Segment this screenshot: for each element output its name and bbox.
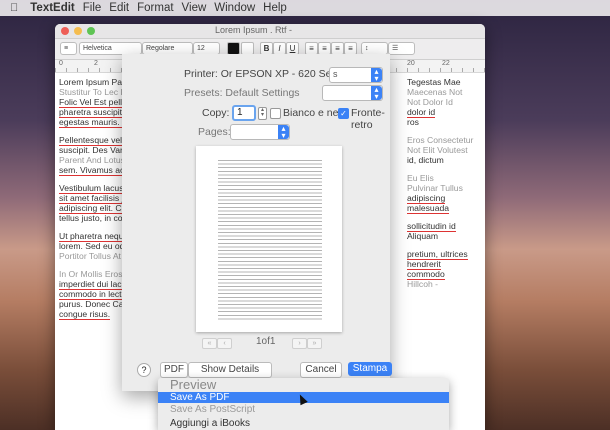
text-line: Hillcoh - [407,279,439,289]
duplex-label: Fronte-retro [351,107,385,131]
cancel-button[interactable]: Cancel [300,362,342,378]
copies-stepper[interactable]: ▴ ▾ [258,107,267,120]
apple-icon[interactable]:  [10,2,18,14]
popup-arrows-icon: ▴ ▾ [371,68,382,83]
popup-arrows-icon: ▴ ▾ [371,86,382,101]
menu-file[interactable]: File [83,2,102,14]
minimize-button[interactable] [74,27,82,35]
paragraph: Tegestas Mae Maecenas Not Not Dolor Id d… [407,77,483,127]
print-preview-page [196,146,342,332]
text-line: Pulvinar Tullus [407,183,463,193]
menu-view[interactable]: View [182,2,207,14]
text-line: ros [407,117,419,127]
printer-label: Printer: Or EPSON XP - 620 Series [184,68,349,80]
text-line: malesuada [407,203,450,214]
paragraph: Pellentesque velit n suscipit. Des Variu… [59,135,127,176]
pdf-menu: Preview Save As PDF Save As PostScript A… [158,377,449,430]
text-line: purus. Donec Caught [59,299,127,309]
ruler-mark: 2 [94,60,98,67]
text-line: id, dictum [407,155,444,165]
text-line: congue risus. [59,309,111,320]
copies-label: Copy: [202,107,230,119]
paragraph: Eros Consectetur Not Elit Volutest id, d… [407,135,483,165]
paragraph: pretium, ultrices hendrerit commodo Hill… [407,249,483,289]
printer-popup-value: s [333,69,338,79]
copies-value: 1 [237,107,243,118]
menu-bar:  TextEdit File Edit Format View Window … [0,0,610,16]
menu-format[interactable]: Format [137,2,173,14]
show-details-button[interactable]: Show Details [188,362,272,378]
text-line: Not Elit Volutest [407,145,468,155]
text-line: Lorem Ipsum Pain [59,77,127,87]
paragraph: Eu Elis Pulvinar Tullus adipiscing males… [407,173,483,214]
presets-label: Presets: Default Settings [184,87,300,99]
text-line: sem. Vivamus ac mo [59,165,127,176]
printer-popup[interactable]: s ▴ ▾ [329,67,383,83]
copies-input[interactable]: 1 [232,105,256,121]
ruler-mark: 0 [59,60,63,67]
text-line: suscipit. Des Varius [59,145,127,155]
close-button[interactable] [61,27,69,35]
print-dialog: Printer: Or EPSON XP - 620 Series s ▴ ▾ P… [122,54,392,391]
duplex-checkbox[interactable]: ✓ [338,108,349,119]
black-white-checkbox[interactable] [270,108,281,119]
text-line: Parent And Lotus, PS [59,155,127,165]
text-line: Stustitur To Lec Here [59,87,127,97]
preview-text-lines [218,160,322,320]
menu-item-add-to-ibooks[interactable]: Aggiungi a iBooks [158,418,449,429]
document-text-right: Tegestas Mae Maecenas Not Not Dolor Id d… [407,77,483,297]
zoom-button[interactable] [87,27,95,35]
ruler-mark: 22 [442,60,450,67]
menu-edit[interactable]: Edit [109,2,129,14]
paragraph: sollicitudin id Aliquam [407,221,483,241]
document-text-left: Lorem Ipsum Pain Stustitur To Lec Here F… [59,77,127,327]
text-line: egestas mauris. Sus [59,117,127,128]
next-page-button[interactable]: › [292,338,307,349]
menu-app-name[interactable]: TextEdit [30,2,75,14]
text-line: Not Dolor Id [407,97,453,107]
paragraph: Vestibulum lacus m sit amet facilisis ju… [59,183,127,223]
text-line: Eros Consectetur [407,135,474,145]
first-page-button[interactable]: « [202,338,217,349]
pages-popup[interactable]: ▴ ▾ [230,124,290,140]
list-popup[interactable]: ☰ [388,42,415,55]
page-indicator: 1of1 [256,336,276,347]
presets-popup[interactable]: ▴ ▾ [322,85,383,101]
print-button[interactable]: Stampa [348,362,392,376]
text-line: tellus justo, in cong [59,213,127,223]
paragraph-style-popup[interactable]: ≡ [60,42,77,55]
text-line: Maecenas Not [407,87,463,97]
text-line: Aliquam [407,231,439,241]
text-line: lorem. Sed eu odio [59,241,127,251]
pdf-button[interactable]: PDF [160,362,188,378]
paragraph: Lorem Ipsum Pain Stustitur To Lec Here F… [59,77,127,128]
text-line: Portitor Tollus At Viv [59,251,127,261]
menu-window[interactable]: Window [214,2,255,14]
previous-page-button[interactable]: ‹ [217,338,232,349]
last-page-button[interactable]: » [307,338,322,349]
ruler-mark: 20 [407,60,415,67]
text-line: Tegestas Mae [407,77,461,87]
text-line: In Or Mollis Eros. The [59,269,127,279]
paragraph: Ut pharetra neque e lorem. Sed eu odio P… [59,231,127,261]
document-title: Lorem Ipsum . Rtf - [215,25,293,35]
menu-item-save-as-postscript[interactable]: Save As PostScript [158,404,449,415]
pdf-menu-header: Preview [170,377,217,392]
paragraph: In Or Mollis Eros. The imperdiet dui lac… [59,269,127,320]
title-bar: Lorem Ipsum . Rtf - [55,24,485,39]
help-button[interactable]: ? [137,363,151,377]
text-line: Eu Elis [407,173,434,183]
menu-help[interactable]: Help [263,2,287,14]
popup-arrows-icon: ▴ ▾ [278,125,289,140]
